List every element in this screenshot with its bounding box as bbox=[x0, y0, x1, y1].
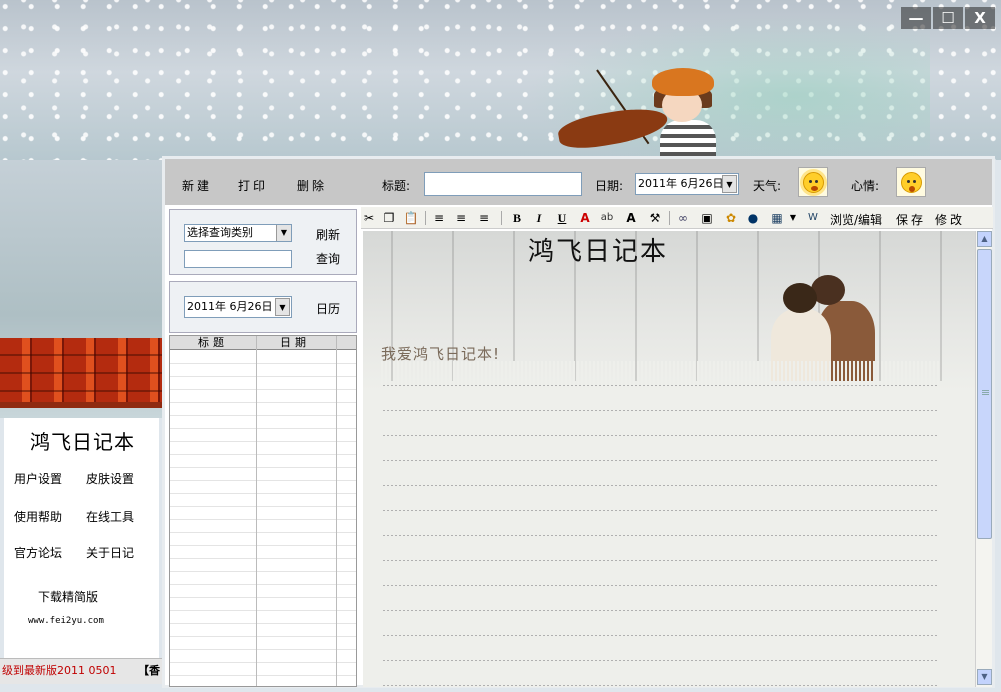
underline-icon[interactable]: U bbox=[554, 210, 570, 226]
mood-label: 心情: bbox=[851, 179, 880, 193]
chevron-down-icon[interactable]: ▼ bbox=[785, 210, 801, 226]
help-link[interactable]: 使用帮助 bbox=[14, 508, 62, 525]
diary-list[interactable]: 标题 日期 bbox=[169, 335, 357, 687]
delete-button[interactable]: 删除 bbox=[297, 177, 327, 194]
tools-icon[interactable]: ⚒ bbox=[647, 210, 663, 226]
save-button[interactable]: 保存 bbox=[896, 211, 926, 228]
diary-editor[interactable]: 鸿飞日记本 我爱鸿飞日记本! bbox=[363, 231, 975, 687]
minimize-button[interactable]: — bbox=[901, 7, 931, 29]
editor-scrollbar[interactable]: ▲ ▼ bbox=[975, 231, 992, 687]
calendar-panel: 2011年 6月26日 ▼ 日历 bbox=[169, 281, 357, 333]
website-link[interactable]: www.fei2yu.com bbox=[28, 616, 104, 626]
image-icon[interactable]: ▣ bbox=[699, 210, 715, 226]
header-banner: — ☐ X bbox=[0, 0, 1001, 160]
title-label: 标题: bbox=[382, 179, 411, 193]
maximize-button[interactable]: ☐ bbox=[933, 7, 963, 29]
paste-icon[interactable]: 📋 bbox=[403, 210, 419, 226]
refresh-button[interactable]: 刷新 bbox=[316, 226, 340, 243]
ruled-lines bbox=[381, 361, 939, 687]
align-right-icon[interactable]: ≡ bbox=[476, 210, 492, 226]
bold-icon[interactable]: B bbox=[509, 210, 525, 226]
cut-icon[interactable]: ✂ bbox=[361, 210, 377, 226]
main-panel: 新建 打印 删除 标题: 日期: 2011年 6月26日 ▼ 天气: 心情: 选… bbox=[162, 156, 995, 688]
editor-toolbar: ✂ ❐ 📋 ≡ ≡ ≡ B I U A ab A ⚒ ∞ ▣ ✿ ● ▦ ▼ W… bbox=[361, 207, 993, 229]
scroll-thumb[interactable] bbox=[977, 249, 992, 539]
modify-button[interactable]: 修改 bbox=[935, 211, 965, 228]
diary-body-text[interactable]: 我爱鸿飞日记本! bbox=[381, 343, 500, 364]
online-tools-link[interactable]: 在线工具 bbox=[86, 508, 134, 525]
editor-heading: 鸿飞日记本 bbox=[528, 237, 669, 267]
date-picker[interactable]: 2011年 6月26日 ▼ bbox=[635, 173, 739, 195]
col-title-header[interactable]: 标题 bbox=[198, 336, 228, 349]
top-toolbar: 新建 打印 删除 标题: 日期: 2011年 6月26日 ▼ 天气: 心情: bbox=[165, 159, 992, 205]
scroll-up-icon[interactable]: ▲ bbox=[977, 231, 992, 247]
list-header: 标题 日期 bbox=[170, 336, 356, 350]
table-icon[interactable]: ▦ bbox=[769, 210, 785, 226]
query-panel: 选择查询类别 ▼ 刷新 查询 bbox=[169, 209, 357, 275]
link-icon[interactable]: ∞ bbox=[675, 210, 691, 226]
list-rows bbox=[170, 351, 356, 686]
upgrade-marquee[interactable]: 级到最新版2011 0501 bbox=[0, 664, 117, 677]
calendar-button[interactable]: 日历 bbox=[316, 300, 340, 317]
browse-edit-button[interactable]: 浏览/编辑 bbox=[830, 211, 882, 228]
date-label: 日期: bbox=[595, 179, 624, 193]
align-center-icon[interactable]: ≡ bbox=[453, 210, 469, 226]
skin-settings-link[interactable]: 皮肤设置 bbox=[86, 470, 134, 487]
flash-icon[interactable]: ● bbox=[745, 210, 761, 226]
category-select[interactable]: 选择查询类别 ▼ bbox=[184, 224, 292, 242]
align-left-icon[interactable]: ≡ bbox=[431, 210, 447, 226]
sun-icon[interactable] bbox=[798, 167, 828, 197]
close-button[interactable]: X bbox=[965, 7, 995, 29]
about-link[interactable]: 关于日记 bbox=[86, 544, 134, 561]
violinist-illustration bbox=[640, 68, 750, 160]
calendar-date-picker[interactable]: 2011年 6月26日 ▼ bbox=[184, 296, 292, 318]
col-date-header[interactable]: 日期 bbox=[280, 336, 310, 349]
date-value: 2011年 6月26日 bbox=[638, 177, 724, 190]
font-size-icon[interactable]: A bbox=[623, 210, 639, 226]
highlight-icon[interactable]: ab bbox=[599, 210, 615, 226]
app-logo: 鸿飞日记本 bbox=[30, 430, 135, 454]
emoticon-icon[interactable]: ✿ bbox=[723, 210, 739, 226]
user-settings-link[interactable]: 用户设置 bbox=[14, 470, 62, 487]
chevron-down-icon[interactable]: ▼ bbox=[276, 225, 291, 241]
title-input[interactable] bbox=[424, 172, 582, 196]
word-icon[interactable]: W bbox=[805, 210, 821, 226]
search-button[interactable]: 查询 bbox=[316, 250, 340, 267]
marquee-bracket: 【香 bbox=[138, 664, 160, 677]
window-controls: — ☐ X bbox=[901, 7, 995, 29]
download-lite-link[interactable]: 下载精简版 bbox=[38, 588, 98, 605]
new-button[interactable]: 新建 bbox=[182, 177, 212, 194]
weather-label: 天气: bbox=[753, 179, 782, 193]
chevron-down-icon[interactable]: ▼ bbox=[275, 298, 290, 316]
surprised-face-icon[interactable] bbox=[896, 167, 926, 197]
scroll-down-icon[interactable]: ▼ bbox=[977, 669, 992, 685]
copy-icon[interactable]: ❐ bbox=[381, 210, 397, 226]
font-color-icon[interactable]: A bbox=[577, 210, 593, 226]
status-bar: 级到最新版2011 0501 【香 bbox=[0, 658, 162, 684]
chevron-down-icon[interactable]: ▼ bbox=[722, 175, 737, 193]
italic-icon[interactable]: I bbox=[531, 210, 547, 226]
print-button[interactable]: 打印 bbox=[238, 177, 268, 194]
left-menu: 鸿飞日记本 用户设置 皮肤设置 使用帮助 在线工具 官方论坛 关于日记 下载精简… bbox=[4, 418, 159, 658]
forum-link[interactable]: 官方论坛 bbox=[14, 544, 62, 561]
search-input[interactable] bbox=[184, 250, 292, 268]
